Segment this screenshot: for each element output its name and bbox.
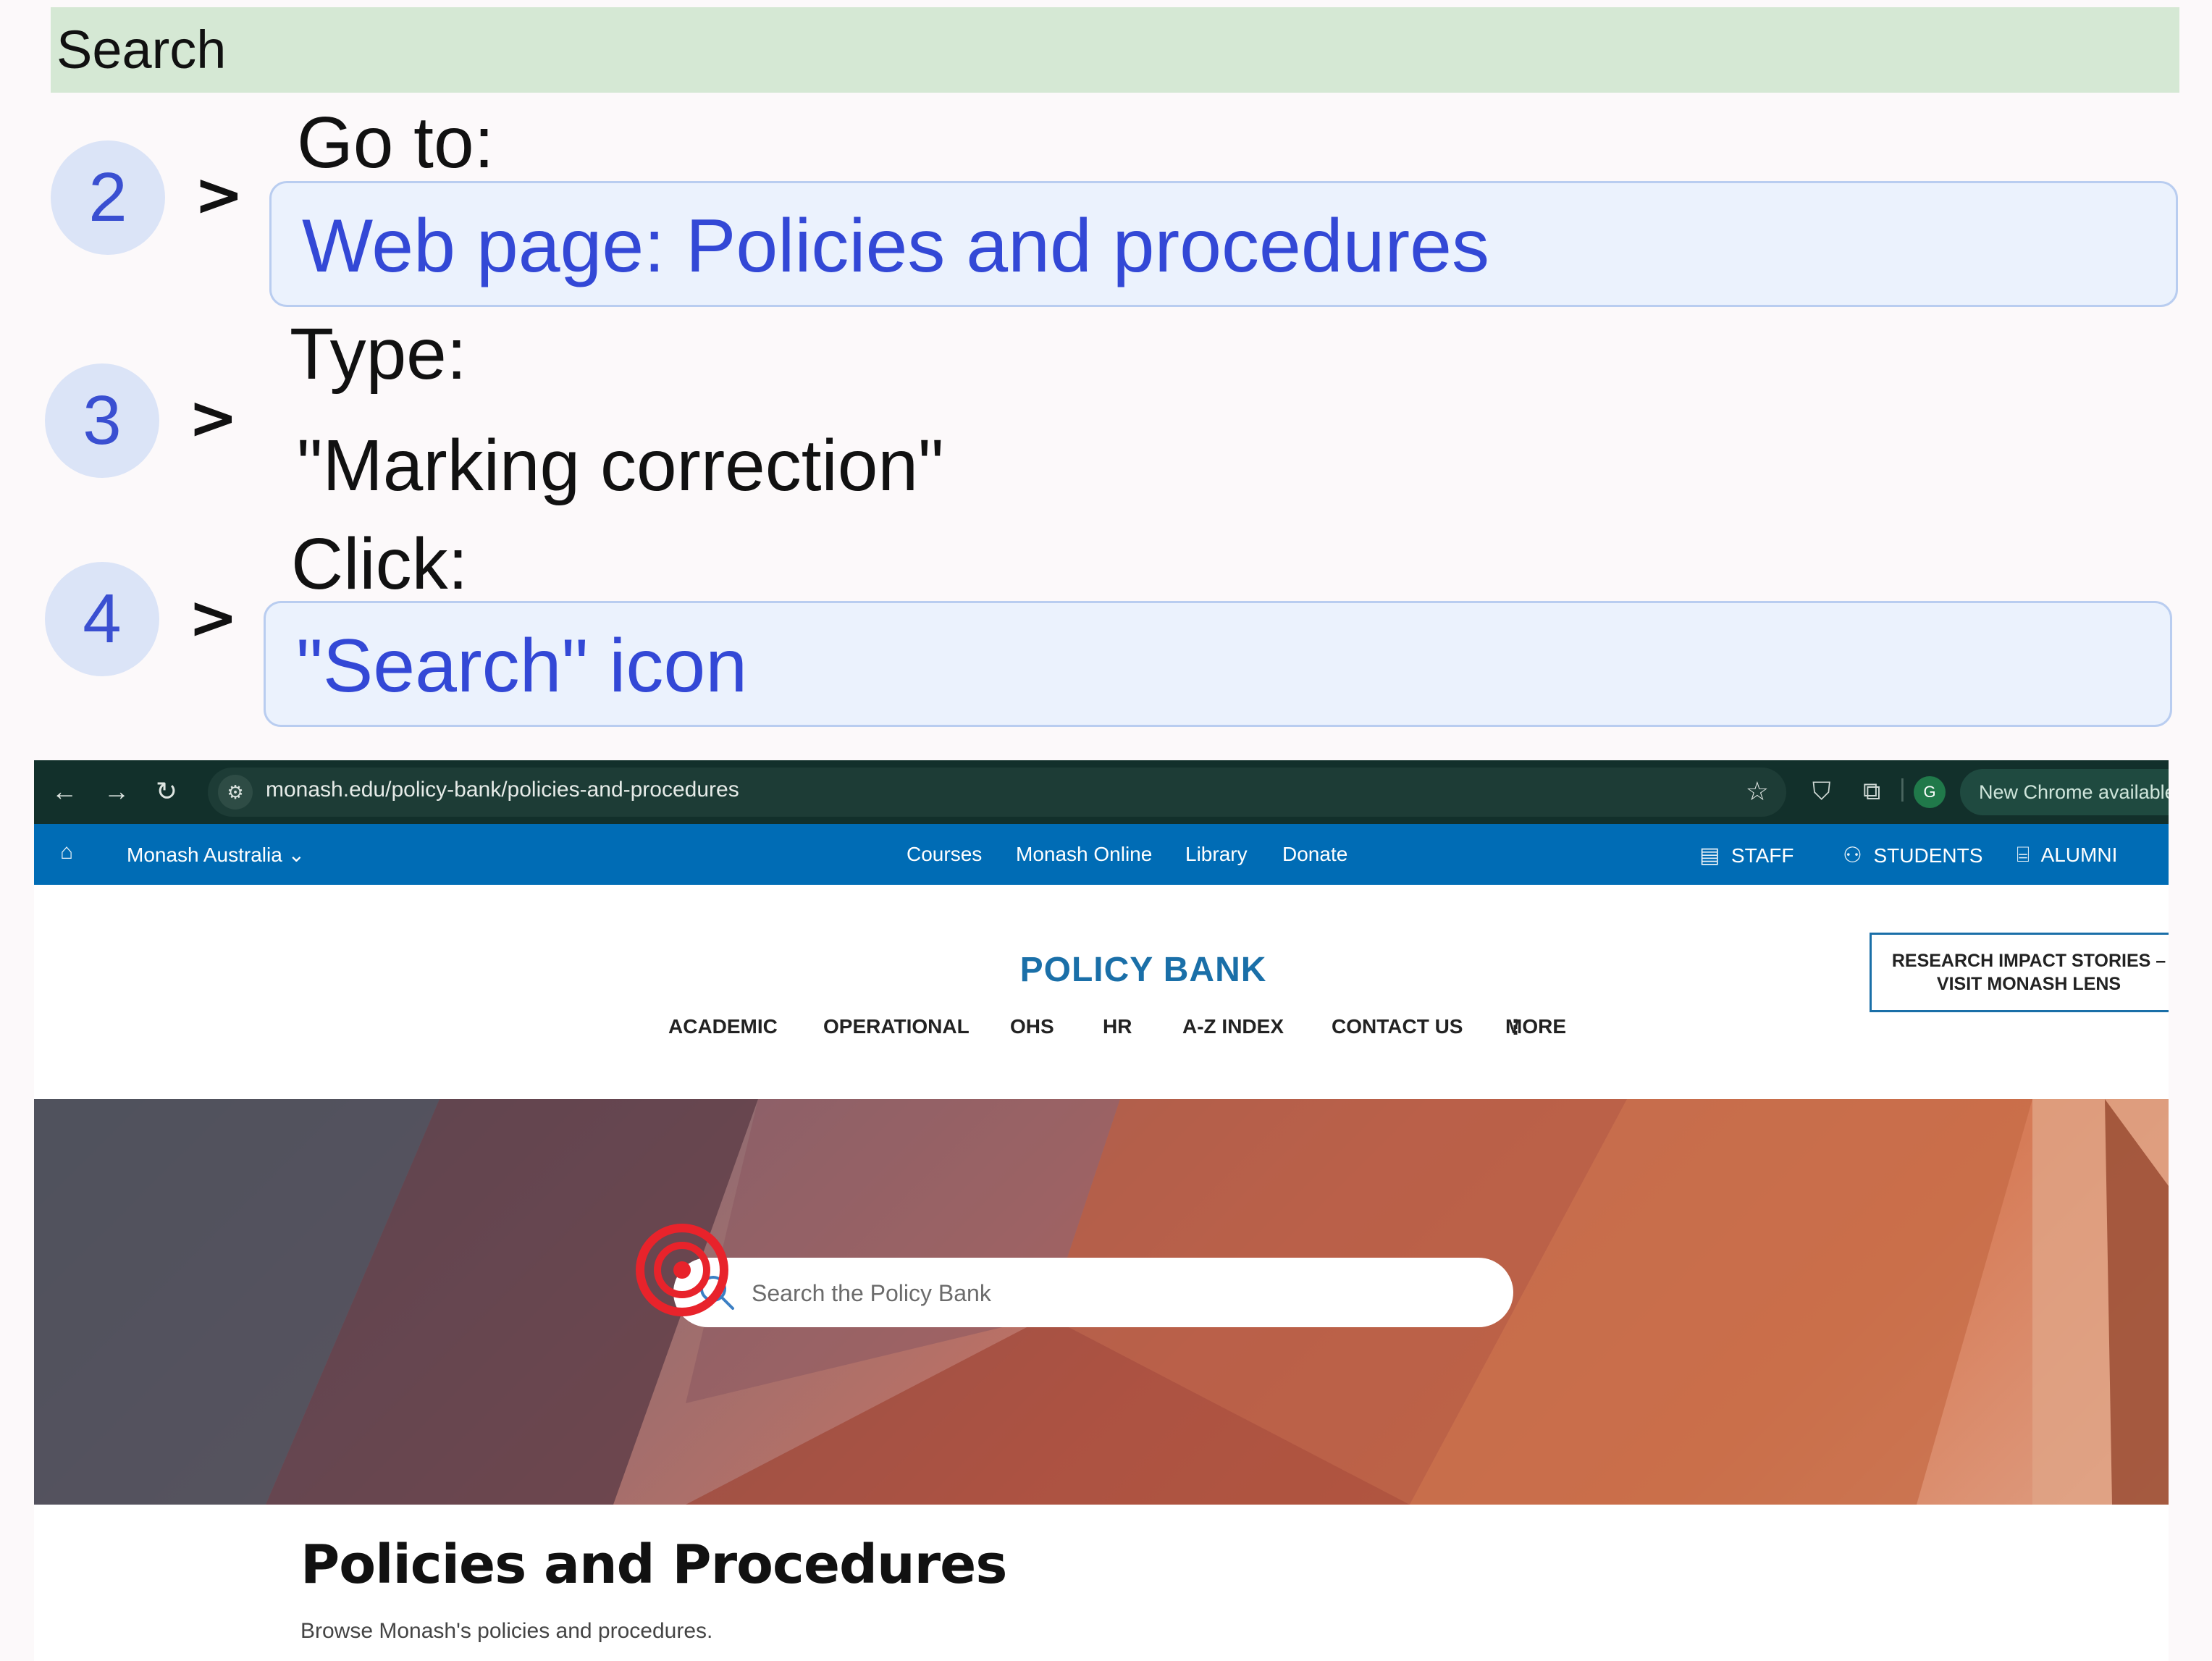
step-arrow-icon: > xyxy=(188,584,238,652)
extension-shield-icon[interactable]: ⛉ xyxy=(1812,778,1831,806)
forward-icon[interactable]: → xyxy=(104,776,130,807)
step-number-3: 3 xyxy=(45,363,159,478)
step-4-label: Click: xyxy=(291,523,468,605)
address-bar[interactable]: ⚙ monash.edu/policy-bank/policies-and-pr… xyxy=(208,768,1786,817)
browser-screenshot: ← → ↻ ⚙ monash.edu/policy-bank/policies-… xyxy=(34,760,2169,1661)
nav-contact-us[interactable]: CONTACT US xyxy=(1332,1015,1463,1038)
profile-avatar[interactable]: G xyxy=(1914,776,1946,808)
alumni-link[interactable]: ⌸ ALUMNI xyxy=(2017,843,2117,867)
step-2-label: Go to: xyxy=(297,102,495,183)
step-arrow-icon: > xyxy=(188,384,238,453)
alumni-chat-icon: ⌸ xyxy=(2017,843,2030,867)
back-icon[interactable]: ← xyxy=(51,776,77,807)
reload-icon[interactable]: ↻ xyxy=(156,776,177,807)
search-input[interactable] xyxy=(750,1275,1463,1311)
toolbar-divider: | xyxy=(1899,775,1906,802)
page-heading: Policies and Procedures xyxy=(300,1534,1007,1596)
page-subtext: Browse Monash's policies and procedures. xyxy=(300,1619,713,1643)
extensions-puzzle-icon[interactable]: ⧉ xyxy=(1863,778,1880,806)
instruction-header: Search xyxy=(51,7,2179,93)
nav-academic[interactable]: ACADEMIC xyxy=(668,1015,778,1038)
bookmark-star-icon[interactable]: ☆ xyxy=(1746,776,1769,807)
step-number-2: 2 xyxy=(51,140,165,255)
site-selector[interactable]: Monash Australia ⌄ xyxy=(127,843,305,867)
step-4-target: "Search" icon xyxy=(264,601,2172,727)
staff-label: STAFF xyxy=(1731,844,1794,867)
step-arrow-icon: > xyxy=(194,161,244,230)
page-content: Policies and Procedures Browse Monash's … xyxy=(54,1505,2169,1661)
step-3-label: Type: xyxy=(290,314,467,395)
more-dots-icon: ⋮ xyxy=(1505,1016,1526,1038)
research-impact-button[interactable]: RESEARCH IMPACT STORIES – VISIT MONASH L… xyxy=(1870,933,2169,1012)
chevron-down-icon: ⌄ xyxy=(287,844,306,866)
staff-link[interactable]: ▤ STAFF xyxy=(1699,843,1794,868)
students-link[interactable]: ⚇ STUDENTS xyxy=(1843,843,1982,868)
research-line-2: VISIT MONASH LENS xyxy=(1936,974,2121,994)
students-people-icon: ⚇ xyxy=(1843,844,1862,867)
alumni-label: ALUMNI xyxy=(2040,844,2118,866)
topbar-link-donate[interactable]: Donate xyxy=(1282,843,1347,866)
chrome-update-button[interactable]: New Chrome available xyxy=(1960,769,2169,815)
site-title[interactable]: POLICY BANK xyxy=(34,950,2169,990)
policy-search-bar[interactable] xyxy=(673,1258,1513,1327)
site-selector-label: Monash Australia xyxy=(127,844,282,866)
home-icon[interactable]: ⌂ xyxy=(60,840,73,865)
topbar-link-courses[interactable]: Courses xyxy=(907,843,982,866)
topbar-link-library[interactable]: Library xyxy=(1185,843,1248,866)
step-number-4: 4 xyxy=(45,562,159,676)
browser-toolbar: ← → ↻ ⚙ monash.edu/policy-bank/policies-… xyxy=(34,760,2169,824)
nav-hr[interactable]: HR xyxy=(1103,1015,1132,1038)
staff-id-icon: ▤ xyxy=(1699,844,1720,867)
site-settings-icon[interactable]: ⚙ xyxy=(218,775,253,810)
monash-topbar: ⌂ Monash Australia ⌄ Courses Monash Onli… xyxy=(34,824,2169,885)
step-3-text: "Marking correction" xyxy=(297,425,944,506)
topbar-link-monash-online[interactable]: Monash Online xyxy=(1016,843,1152,866)
click-target-marker-icon xyxy=(636,1224,728,1316)
nav-operational[interactable]: OPERATIONAL xyxy=(823,1015,970,1038)
step-2-target: Web page: Policies and procedures xyxy=(269,181,2178,307)
students-label: STUDENTS xyxy=(1873,844,1983,867)
url-text[interactable]: monash.edu/policy-bank/policies-and-proc… xyxy=(266,778,739,802)
nav-az-index[interactable]: A-Z INDEX xyxy=(1182,1015,1284,1038)
nav-ohs[interactable]: OHS xyxy=(1010,1015,1054,1038)
research-line-1: RESEARCH IMPACT STORIES – xyxy=(1891,951,2166,971)
